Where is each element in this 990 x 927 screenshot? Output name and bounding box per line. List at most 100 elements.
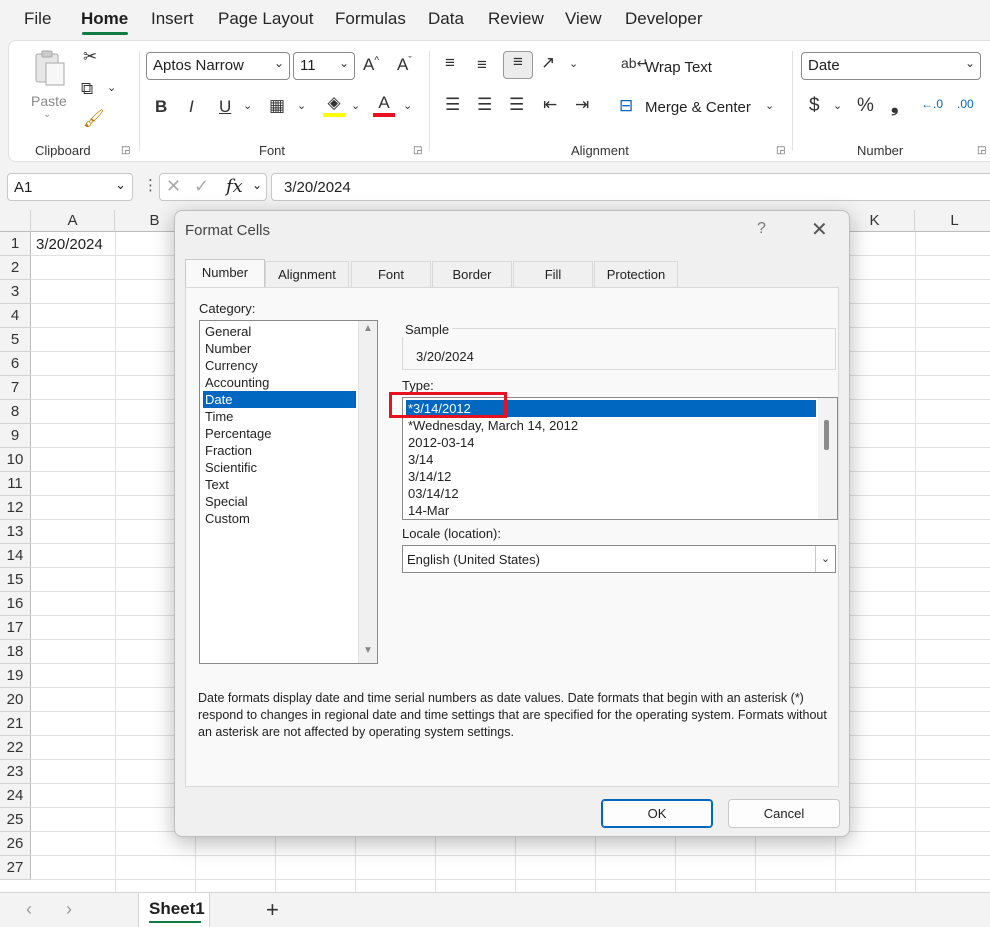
row-header[interactable]: 12: [0, 496, 31, 520]
row-header[interactable]: 21: [0, 712, 31, 736]
font-color-icon[interactable]: A: [373, 93, 395, 117]
row-header[interactable]: 16: [0, 592, 31, 616]
tab-protection[interactable]: Protection: [594, 261, 678, 287]
increase-font-icon[interactable]: A^: [363, 55, 379, 75]
row-header[interactable]: 11: [0, 472, 31, 496]
name-box[interactable]: A1 ⌄: [7, 173, 133, 201]
row-header[interactable]: 7: [0, 376, 31, 400]
align-left-icon[interactable]: ☰: [445, 95, 460, 115]
menu-developer[interactable]: Developer: [625, 9, 703, 29]
row-header[interactable]: 3: [0, 280, 31, 304]
currency-dropdown-icon[interactable]: ⌄: [833, 99, 842, 112]
decrease-font-icon[interactable]: Aˇ: [397, 55, 412, 75]
sheet-tab-sheet1[interactable]: Sheet1: [138, 893, 210, 927]
wrap-text-button[interactable]: Wrap Text: [645, 59, 712, 76]
tab-border[interactable]: Border: [432, 261, 512, 287]
orientation-dropdown-icon[interactable]: ⌄: [569, 57, 578, 70]
orientation-icon[interactable]: ↗: [541, 53, 555, 73]
comma-button[interactable]: ❟: [891, 95, 898, 117]
locale-select[interactable]: English (United States) ⌄: [402, 545, 836, 573]
menu-formulas[interactable]: Formulas: [335, 9, 406, 29]
category-percentage[interactable]: Percentage: [203, 425, 356, 442]
row-header[interactable]: 27: [0, 856, 31, 880]
underline-button[interactable]: U: [219, 97, 231, 117]
merge-center-icon[interactable]: ⊟: [619, 96, 633, 116]
chevron-down-icon[interactable]: ⌄: [252, 178, 262, 192]
format-painter-icon[interactable]: 🖌: [83, 109, 105, 129]
row-header[interactable]: 22: [0, 736, 31, 760]
menu-page-layout[interactable]: Page Layout: [218, 9, 313, 29]
merge-center-button[interactable]: Merge & Center: [645, 99, 751, 116]
italic-button[interactable]: I: [189, 97, 194, 117]
row-header[interactable]: 2: [0, 256, 31, 280]
fill-color-icon[interactable]: ◈: [323, 93, 345, 117]
type-item[interactable]: 14-Mar: [406, 502, 816, 519]
column-header-a[interactable]: A: [31, 210, 115, 232]
scroll-left-icon[interactable]: ‹: [26, 899, 32, 920]
row-header[interactable]: 25: [0, 808, 31, 832]
type-item[interactable]: 3/14/12: [406, 468, 816, 485]
type-item[interactable]: 03/14/12: [406, 485, 816, 502]
borders-dropdown-icon[interactable]: ⌄: [297, 99, 306, 112]
type-item[interactable]: *Wednesday, March 14, 2012: [406, 417, 816, 434]
category-text[interactable]: Text: [203, 476, 356, 493]
tab-alignment[interactable]: Alignment: [265, 261, 349, 287]
menu-file[interactable]: File: [24, 9, 51, 29]
row-header[interactable]: 18: [0, 640, 31, 664]
category-general[interactable]: General: [203, 323, 356, 340]
row-header[interactable]: 5: [0, 328, 31, 352]
tab-font[interactable]: Font: [351, 261, 431, 287]
align-top-icon[interactable]: ≡: [445, 53, 455, 73]
decrease-decimal-icon[interactable]: .00: [957, 97, 974, 111]
copy-dropdown-icon[interactable]: ⌄: [107, 81, 116, 94]
copy-icon[interactable]: ⧉: [81, 79, 93, 99]
category-scrollbar[interactable]: ▲ ▼: [358, 321, 377, 663]
row-header[interactable]: 9: [0, 424, 31, 448]
scroll-right-icon[interactable]: ›: [66, 899, 72, 920]
category-currency[interactable]: Currency: [203, 357, 356, 374]
row-header[interactable]: 6: [0, 352, 31, 376]
font-size-select[interactable]: 11 ⌄: [293, 52, 355, 80]
type-scrollbar[interactable]: [818, 398, 837, 519]
type-item[interactable]: 3/14: [406, 451, 816, 468]
category-number[interactable]: Number: [203, 340, 356, 357]
row-header[interactable]: 1: [0, 232, 31, 256]
paste-dropdown-icon[interactable]: ⌄: [43, 109, 51, 120]
scrollbar-thumb[interactable]: [824, 420, 829, 450]
increase-decimal-icon[interactable]: ←.0: [921, 97, 943, 111]
bold-button[interactable]: B: [155, 97, 167, 117]
column-header-l[interactable]: L: [915, 210, 990, 232]
help-button[interactable]: ?: [757, 220, 766, 238]
close-icon[interactable]: ✕: [811, 217, 828, 242]
align-middle-icon[interactable]: ≡: [477, 55, 487, 75]
font-launcher-icon[interactable]: ◲: [413, 145, 422, 156]
tab-fill[interactable]: Fill: [513, 261, 593, 287]
category-time[interactable]: Time: [203, 408, 356, 425]
cell-a1[interactable]: 3/20/2024: [31, 232, 115, 256]
paste-button[interactable]: [33, 49, 67, 89]
cancel-icon[interactable]: ✕: [166, 176, 181, 197]
increase-indent-icon[interactable]: ⇥: [575, 95, 589, 115]
category-custom[interactable]: Custom: [203, 510, 356, 527]
category-special[interactable]: Special: [203, 493, 356, 510]
row-header[interactable]: 8: [0, 400, 31, 424]
number-launcher-icon[interactable]: ◲: [977, 145, 986, 156]
row-header[interactable]: 23: [0, 760, 31, 784]
menu-insert[interactable]: Insert: [151, 9, 194, 29]
insert-function-button[interactable]: fx: [226, 176, 243, 197]
percent-button[interactable]: %: [857, 95, 874, 117]
row-header[interactable]: 20: [0, 688, 31, 712]
row-header[interactable]: 17: [0, 616, 31, 640]
cancel-button[interactable]: Cancel: [728, 799, 840, 828]
merge-dropdown-icon[interactable]: ⌄: [765, 99, 774, 112]
enter-icon[interactable]: ✓: [194, 176, 209, 197]
font-color-dropdown-icon[interactable]: ⌄: [403, 99, 412, 112]
currency-button[interactable]: $: [809, 95, 820, 117]
category-fraction[interactable]: Fraction: [203, 442, 356, 459]
ok-button[interactable]: OK: [601, 799, 713, 828]
row-header[interactable]: 19: [0, 664, 31, 688]
menu-view[interactable]: View: [565, 9, 602, 29]
tab-number[interactable]: Number: [185, 259, 265, 287]
decrease-indent-icon[interactable]: ⇤: [543, 95, 557, 115]
cut-icon[interactable]: ✂: [83, 47, 97, 67]
